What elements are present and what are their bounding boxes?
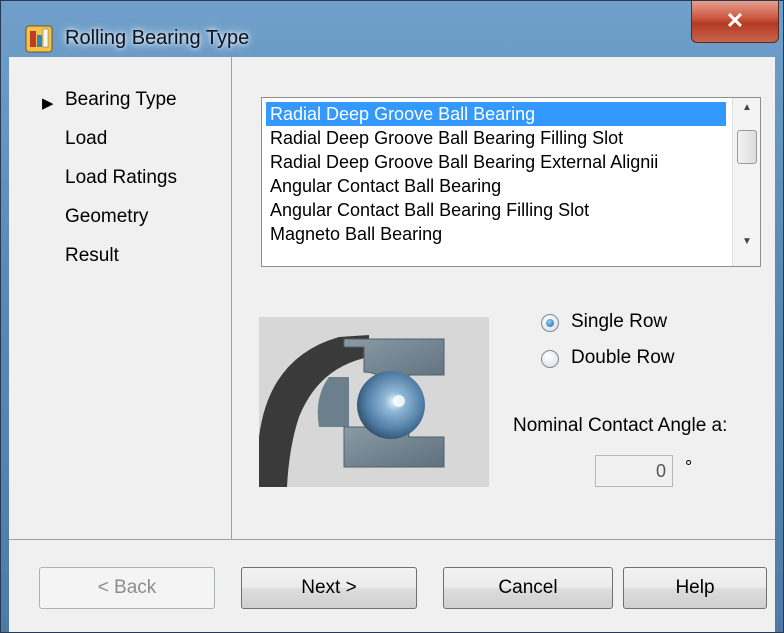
- list-item[interactable]: Angular Contact Ball Bearing: [266, 174, 726, 198]
- double-row-radio[interactable]: [541, 350, 559, 368]
- close-icon: ✕: [725, 8, 745, 33]
- scroll-thumb[interactable]: [737, 130, 757, 164]
- help-button[interactable]: Help: [623, 567, 767, 609]
- nominal-contact-angle-input[interactable]: 0: [595, 455, 673, 487]
- scroll-up-arrow-icon[interactable]: ▲: [733, 102, 761, 126]
- list-scrollbar[interactable]: ▲ ▼: [732, 98, 760, 266]
- app-icon: [25, 25, 53, 53]
- title-bar[interactable]: Rolling Bearing Type ✕: [1, 1, 783, 57]
- bearing-type-list[interactable]: Radial Deep Groove Ball Bearing Radial D…: [261, 97, 761, 267]
- list-item[interactable]: Radial Deep Groove Ball Bearing Filling …: [266, 126, 726, 150]
- wizard-steps-nav: ▶ Bearing Type Load Load Ratings Geometr…: [9, 57, 231, 539]
- double-row-label: Double Row: [571, 347, 675, 368]
- bearing-cross-section-image: [259, 317, 489, 487]
- close-button[interactable]: ✕: [691, 1, 779, 43]
- next-button[interactable]: Next >: [241, 567, 417, 609]
- back-button[interactable]: < Back: [39, 567, 215, 609]
- nominal-contact-angle-label: Nominal Contact Angle a:: [513, 415, 728, 436]
- dialog-body: ▶ Bearing Type Load Load Ratings Geometr…: [9, 57, 775, 632]
- list-item[interactable]: Angular Contact Ball Bearing Filling Slo…: [266, 198, 726, 222]
- single-row-label: Single Row: [571, 311, 668, 332]
- list-item[interactable]: Radial Deep Groove Ball Bearing External…: [266, 150, 726, 174]
- single-row-radio[interactable]: [541, 314, 559, 332]
- nav-item-load[interactable]: Load: [65, 128, 107, 150]
- cancel-button[interactable]: Cancel: [443, 567, 613, 609]
- nav-item-result[interactable]: Result: [65, 245, 119, 267]
- nav-item-bearing-type[interactable]: Bearing Type: [65, 89, 177, 111]
- window-title: Rolling Bearing Type: [65, 27, 250, 49]
- degree-unit-label: °: [685, 457, 693, 477]
- button-area-separator: [9, 539, 775, 540]
- nav-item-load-ratings[interactable]: Load Ratings: [65, 167, 177, 189]
- list-item[interactable]: Magneto Ball Bearing: [266, 222, 726, 246]
- nav-divider: [231, 57, 232, 539]
- list-item[interactable]: Radial Deep Groove Ball Bearing: [266, 102, 726, 126]
- rolling-bearing-type-dialog: Rolling Bearing Type ✕ ▶ Bearing Type Lo…: [0, 0, 784, 633]
- nav-item-geometry[interactable]: Geometry: [65, 206, 148, 228]
- current-step-arrow-icon: ▶: [42, 95, 54, 112]
- scroll-down-arrow-icon[interactable]: ▼: [733, 236, 761, 260]
